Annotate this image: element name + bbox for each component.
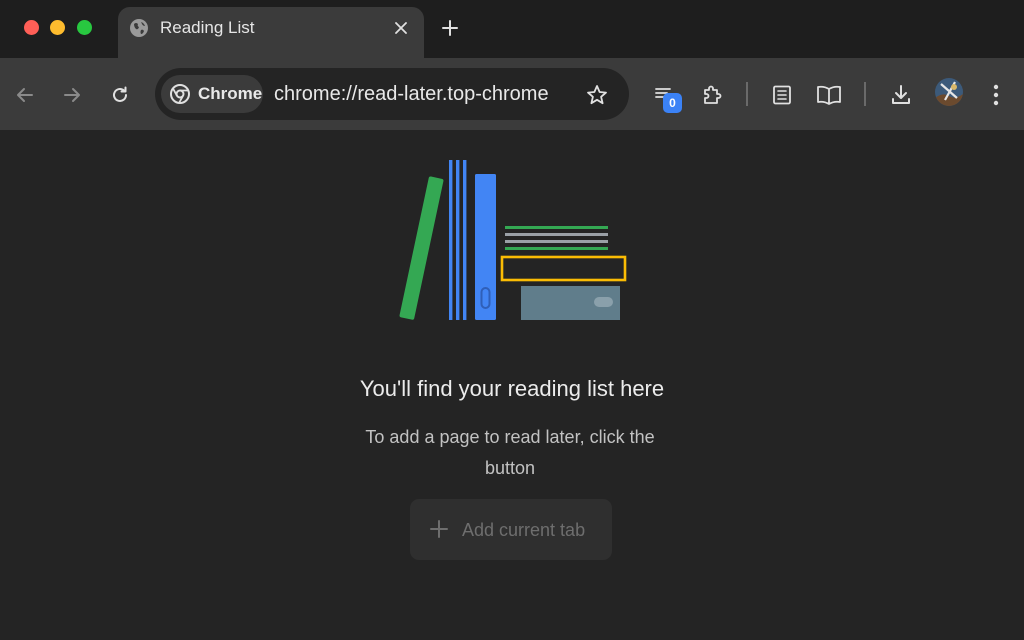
empty-state-heading: You'll find your reading list here: [359, 376, 665, 401]
chip-label: Chrome: [198, 84, 263, 103]
globe-icon: [130, 19, 148, 37]
browser-toolbar: Chrome chrome://read-later.top-chrome 0: [0, 58, 1024, 130]
tab-strip: Reading List: [0, 0, 1024, 58]
add-current-tab-button[interactable]: Add current tab: [410, 499, 612, 560]
reading-mode-button[interactable]: [768, 81, 796, 109]
address-bar[interactable]: Chrome chrome://read-later.top-chrome: [155, 68, 629, 120]
back-button[interactable]: [11, 81, 39, 109]
downloads-button[interactable]: [887, 81, 915, 109]
window-minimize-button[interactable]: [50, 20, 65, 35]
add-current-tab-label: Add current tab: [462, 520, 586, 540]
open-book-icon: [817, 85, 841, 105]
bookmark-button[interactable]: [583, 81, 611, 109]
tab-count-badge: 0: [663, 93, 682, 113]
arrow-left-icon: [17, 88, 33, 102]
plus-icon: [430, 520, 448, 538]
browser-window: Reading List Chrome chrome://read-later.…: [0, 0, 1024, 640]
close-icon: [395, 22, 407, 34]
profile-avatar[interactable]: [935, 78, 963, 106]
tab-title: Reading List: [160, 18, 255, 37]
chrome-icon: [170, 84, 190, 104]
reading-list-page: You'll find your reading list here To ad…: [0, 130, 1024, 640]
books-illustration: [399, 160, 627, 320]
avatar-image: [935, 78, 963, 106]
toolbar-separator: [746, 82, 748, 106]
puzzle-icon: [704, 85, 722, 104]
new-tab-button[interactable]: [438, 16, 462, 40]
extensions-button[interactable]: [698, 81, 726, 109]
download-icon: [892, 85, 910, 104]
arrow-right-icon: [64, 88, 80, 102]
toolbar-separator: [864, 82, 866, 106]
plus-icon: [442, 20, 458, 36]
tab-reading-list[interactable]: Reading List: [118, 7, 424, 58]
empty-state-description: To add a page to read later, click the b…: [365, 427, 655, 478]
url-text[interactable]: chrome://read-later.top-chrome: [274, 83, 549, 105]
close-tab-button[interactable]: [390, 17, 412, 39]
window-maximize-button[interactable]: [77, 20, 92, 35]
star-icon: [587, 85, 607, 105]
reading-list-button[interactable]: [815, 81, 843, 109]
reading-mode-icon: [773, 85, 791, 105]
reload-button[interactable]: [106, 81, 134, 109]
forward-button[interactable]: [58, 81, 86, 109]
reload-icon: [113, 86, 127, 102]
more-vertical-icon: [993, 84, 999, 106]
window-close-button[interactable]: [24, 20, 39, 35]
menu-button[interactable]: [982, 81, 1010, 109]
site-info-chip[interactable]: Chrome: [161, 75, 263, 113]
